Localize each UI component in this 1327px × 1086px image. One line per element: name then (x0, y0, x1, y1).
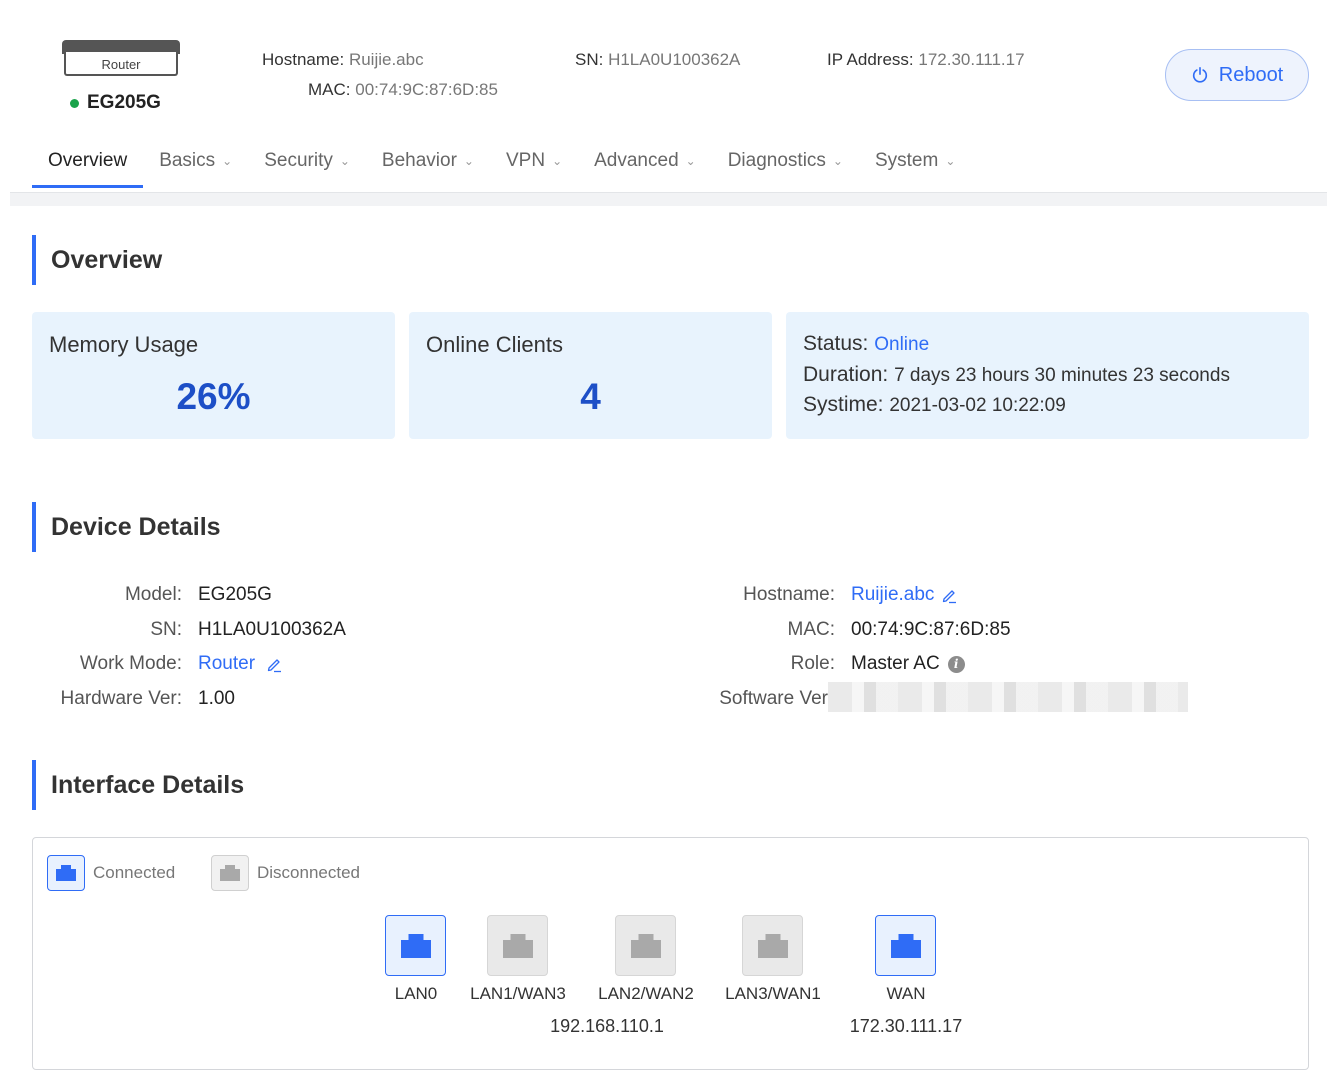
lan-ip-address: 192.168.110.1 (550, 1016, 664, 1036)
reboot-label: Reboot (1218, 63, 1284, 86)
wan-ip-address: 172.30.111.17 (849, 1016, 963, 1036)
reboot-button[interactable]: Reboot (1165, 49, 1309, 101)
port-lan2-wan2[interactable] (615, 915, 676, 976)
port-label: LAN1/WAN3 (470, 984, 566, 1003)
memory-usage-label: Memory Usage (49, 332, 199, 357)
router-image-label: Router (101, 57, 141, 72)
legend-connected: Connected (47, 855, 175, 891)
port-label: WAN (886, 984, 926, 1003)
interface-details-section-title: Interface Details (32, 760, 244, 810)
ethernet-port-icon (890, 933, 921, 958)
tab-advanced[interactable]: Advanced ⌄ (578, 140, 712, 188)
legend-disconnected: Disconnected (211, 855, 360, 891)
header-hostname: Hostname: Ruijie.abc (262, 50, 424, 69)
device-model: EG205G (70, 92, 161, 114)
chevron-down-icon: ⌄ (552, 154, 563, 168)
detail-work-mode: Work Mode: Router (40, 653, 283, 675)
work-mode-link[interactable]: Router (198, 653, 255, 675)
chevron-down-icon: ⌄ (463, 154, 474, 168)
hostname-link[interactable]: Ruijie.abc (851, 584, 934, 606)
header-sn: SN: H1LA0U100362A (575, 50, 741, 69)
edit-icon[interactable] (940, 586, 958, 604)
header-mac: MAC: 00:74:9C:87:6D:85 (308, 80, 498, 99)
device-details-section-title: Device Details (32, 502, 221, 552)
tab-system[interactable]: System ⌄ (859, 140, 971, 188)
port-label: LAN0 (394, 984, 438, 1003)
duration-line: Duration: 7 days 23 hours 30 minutes 23 … (803, 363, 1230, 386)
port-lan1-wan3[interactable] (487, 915, 548, 976)
header-ip-address: IP Address: 172.30.111.17 (827, 50, 1025, 69)
duration-value: 7 days 23 hours 30 minutes 23 seconds (894, 365, 1230, 386)
tab-security[interactable]: Security ⌄ (248, 140, 366, 188)
tab-overview[interactable]: Overview (32, 140, 144, 188)
online-clients-label: Online Clients (426, 332, 563, 357)
detail-hardware-ver: Hardware Ver: 1.00 (60, 688, 235, 709)
ethernet-port-icon (630, 933, 661, 958)
detail-hostname: Hostname: Ruijie.abc (690, 584, 958, 606)
tab-behavior[interactable]: Behavior ⌄ (366, 140, 490, 188)
header: Router EG205G Hostname: Ruijie.abc MAC: … (0, 0, 1327, 130)
nav-divider (10, 192, 1327, 206)
tab-diagnostics[interactable]: Diagnostics ⌄ (712, 140, 859, 188)
interface-panel: Connected Disconnected LAN0 LAN1/WAN3 LA… (32, 837, 1309, 1070)
tab-basics[interactable]: Basics ⌄ (143, 140, 248, 188)
ethernet-port-icon (502, 933, 533, 958)
port-label: LAN3/WAN1 (725, 984, 821, 1003)
port-lan3-wan1[interactable] (742, 915, 803, 976)
ethernet-port-icon (211, 855, 249, 891)
device-model-label: EG205G (87, 92, 161, 113)
info-icon[interactable]: i (947, 655, 965, 673)
ethernet-port-icon (400, 933, 431, 958)
online-clients-card: Online Clients 4 (409, 312, 772, 439)
online-status-dot (70, 98, 79, 108)
memory-usage-card: Memory Usage 26% (32, 312, 395, 439)
router-device-image: Router (62, 40, 180, 78)
ethernet-port-icon (757, 933, 788, 958)
online-clients-value[interactable]: 4 (409, 376, 772, 418)
port-wan[interactable] (875, 915, 936, 976)
edit-icon[interactable] (265, 655, 283, 673)
detail-model: Model: EG205G (124, 584, 272, 605)
detail-software-ver: Software Ver (719, 688, 828, 709)
ethernet-port-icon (47, 855, 85, 891)
memory-usage-value: 26% (176, 376, 251, 417)
status-line: Status: Online (803, 332, 930, 355)
software-version-redacted (828, 682, 1188, 712)
status-card: Status: Online Duration: 7 days 23 hours… (786, 312, 1309, 439)
power-icon (1192, 66, 1207, 83)
status-value: Online (874, 334, 930, 355)
chevron-down-icon: ⌄ (685, 154, 696, 168)
tab-vpn[interactable]: VPN ⌄ (490, 140, 578, 188)
detail-role: Role: Master AC i (690, 653, 965, 675)
chevron-down-icon: ⌄ (339, 154, 350, 168)
systime-value: 2021-03-02 10:22:09 (889, 395, 1066, 416)
main-nav: Overview Basics ⌄ Security ⌄ Behavior ⌄ VPN… (32, 140, 971, 188)
chevron-down-icon: ⌄ (222, 154, 233, 168)
chevron-down-icon: ⌄ (832, 154, 843, 168)
detail-sn: SN: H1LA0U100362A (150, 619, 346, 640)
overview-section-title: Overview (32, 235, 162, 285)
port-label: LAN2/WAN2 (598, 984, 694, 1003)
port-lan0[interactable] (385, 915, 446, 976)
systime-line: Systime: 2021-03-02 10:22:09 (803, 393, 1066, 416)
detail-mac: MAC: 00:74:9C:87:6D:85 (787, 619, 1011, 640)
chevron-down-icon: ⌄ (945, 154, 956, 168)
